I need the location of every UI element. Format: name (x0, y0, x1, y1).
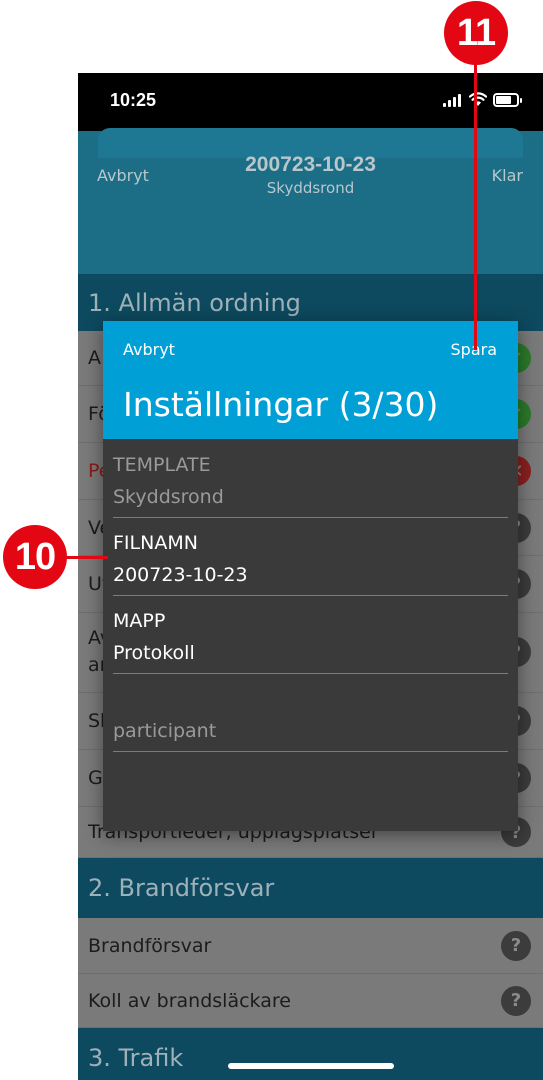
list-item[interactable]: Brandförsvar ? (78, 918, 543, 974)
participant-field[interactable]: participant (113, 688, 508, 752)
folder-field[interactable]: MAPP Protokoll (113, 610, 508, 674)
home-indicator[interactable] (228, 1063, 394, 1069)
question-icon: ? (501, 985, 531, 1016)
filename-field[interactable]: FILNAMN 200723-10-23 (113, 532, 508, 596)
status-time: 10:25 (110, 90, 157, 110)
folder-input[interactable]: Protokoll (113, 642, 195, 664)
row-label: Brandförsvar (88, 934, 212, 957)
field-label: TEMPLATE (113, 454, 211, 476)
participant-input[interactable]: participant (113, 720, 216, 742)
row-label: Koll av brandsläckare (88, 989, 291, 1012)
filename-input[interactable]: 200723-10-23 (113, 564, 248, 586)
question-icon: ? (501, 930, 531, 961)
wifi-icon (469, 92, 487, 106)
signal-icon (443, 94, 463, 107)
modal-cancel-button[interactable]: Avbryt (123, 340, 175, 359)
battery-icon (493, 93, 522, 107)
callout-10: 10 (3, 525, 67, 589)
callout-11-line (474, 60, 477, 350)
field-label: FILNAMN (113, 532, 198, 554)
modal-title: Inställningar (3/30) (123, 385, 439, 424)
row-label: A (88, 347, 101, 369)
settings-modal: Avbryt Spara Inställningar (3/30) TEMPLA… (103, 321, 518, 831)
modal-header: Avbryt Spara Inställningar (3/30) (103, 321, 518, 439)
section-header-2[interactable]: 2. Brandförsvar (78, 858, 543, 918)
nav-done-button[interactable]: Klar (492, 166, 523, 185)
template-value: Skyddsrond (113, 486, 224, 508)
list-item[interactable]: Koll av brandsläckare ? (78, 974, 543, 1028)
callout-11: 11 (444, 1, 508, 65)
field-label: MAPP (113, 610, 166, 632)
callout-10-line (65, 556, 108, 559)
template-field: TEMPLATE Skyddsrond (113, 454, 508, 518)
section-header-3[interactable]: 3. Trafik (78, 1028, 543, 1080)
